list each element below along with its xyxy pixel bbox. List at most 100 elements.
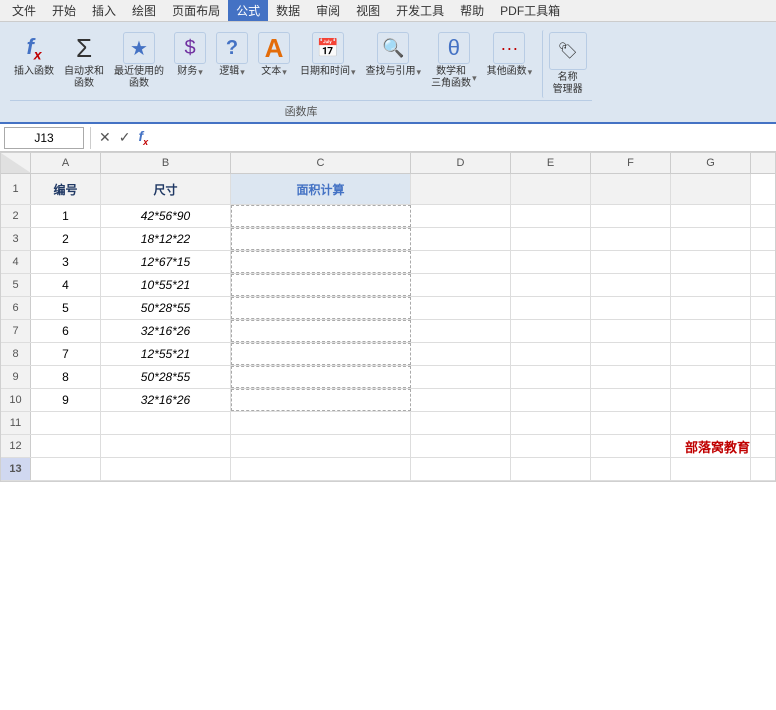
- cell-c1[interactable]: 面积计算: [231, 174, 411, 204]
- cell-f13[interactable]: [591, 458, 671, 480]
- text-button[interactable]: A 文本 ▾: [254, 30, 294, 80]
- cell-a11[interactable]: [31, 412, 101, 434]
- cell-b10[interactable]: 32*16*26: [101, 389, 231, 411]
- cell-a3[interactable]: 2: [31, 228, 101, 250]
- cell-e2[interactable]: [511, 205, 591, 227]
- logic-button[interactable]: ? 逻辑 ▾: [212, 30, 252, 80]
- cell-a9[interactable]: 8: [31, 366, 101, 388]
- insert-formula-icon[interactable]: fx: [136, 128, 150, 147]
- cell-c8[interactable]: [231, 343, 411, 365]
- name-mgr-button[interactable]: 🏷 名称 管理器: [542, 30, 592, 98]
- cell-d4[interactable]: [411, 251, 511, 273]
- menu-file[interactable]: 文件: [4, 0, 44, 21]
- cell-e6[interactable]: [511, 297, 591, 319]
- menu-pagelayout[interactable]: 页面布局: [164, 0, 228, 21]
- cell-b12[interactable]: [101, 435, 231, 457]
- cell-e9[interactable]: [511, 366, 591, 388]
- menu-insert[interactable]: 插入: [84, 0, 124, 21]
- cell-e4[interactable]: [511, 251, 591, 273]
- cell-e3[interactable]: [511, 228, 591, 250]
- cell-b9[interactable]: 50*28*55: [101, 366, 231, 388]
- col-header-a[interactable]: A: [31, 153, 101, 173]
- cell-f9[interactable]: [591, 366, 671, 388]
- cell-b7[interactable]: 32*16*26: [101, 320, 231, 342]
- math-button[interactable]: θ 数学和 三角函数 ▾: [427, 30, 481, 92]
- cell-c11[interactable]: [231, 412, 411, 434]
- col-header-c[interactable]: C: [231, 153, 411, 173]
- menu-review[interactable]: 审阅: [308, 0, 348, 21]
- cell-g1[interactable]: [671, 174, 751, 204]
- cell-b3[interactable]: 18*12*22: [101, 228, 231, 250]
- cell-f5[interactable]: [591, 274, 671, 296]
- cell-g5[interactable]: [671, 274, 751, 296]
- cell-b4[interactable]: 12*67*15: [101, 251, 231, 273]
- cell-c2[interactable]: [231, 205, 411, 227]
- auto-sum-button[interactable]: Σ 自动求和 函数: [60, 30, 108, 92]
- cell-g7[interactable]: [671, 320, 751, 342]
- cell-a7[interactable]: 6: [31, 320, 101, 342]
- cell-d1[interactable]: [411, 174, 511, 204]
- menu-view[interactable]: 视图: [348, 0, 388, 21]
- cell-g4[interactable]: [671, 251, 751, 273]
- cell-a8[interactable]: 7: [31, 343, 101, 365]
- cell-g9[interactable]: [671, 366, 751, 388]
- col-header-b[interactable]: B: [101, 153, 231, 173]
- cell-e1[interactable]: [511, 174, 591, 204]
- cell-f4[interactable]: [591, 251, 671, 273]
- recent-func-button[interactable]: ★ 最近使用的 函数: [110, 30, 168, 92]
- cell-b2[interactable]: 42*56*90: [101, 205, 231, 227]
- cell-c10[interactable]: [231, 389, 411, 411]
- formula-input[interactable]: [152, 127, 772, 149]
- cell-g8[interactable]: [671, 343, 751, 365]
- menu-draw[interactable]: 绘图: [124, 0, 164, 21]
- other-func-button[interactable]: ··· 其他函数 ▾: [483, 30, 537, 80]
- menu-formula[interactable]: 公式: [228, 0, 268, 21]
- cell-c5[interactable]: [231, 274, 411, 296]
- cell-b8[interactable]: 12*55*21: [101, 343, 231, 365]
- cell-f3[interactable]: [591, 228, 671, 250]
- menu-pdf[interactable]: PDF工具箱: [492, 0, 568, 21]
- cell-g12[interactable]: 部落窝教育: [671, 435, 751, 457]
- cell-a4[interactable]: 3: [31, 251, 101, 273]
- cell-c13[interactable]: [231, 458, 411, 480]
- col-header-d[interactable]: D: [411, 153, 511, 173]
- cell-g2[interactable]: [671, 205, 751, 227]
- cell-c9[interactable]: [231, 366, 411, 388]
- cell-g6[interactable]: [671, 297, 751, 319]
- cell-b1[interactable]: 尺寸: [101, 174, 231, 204]
- datetime-button[interactable]: 📅 日期和时间 ▾: [296, 30, 360, 80]
- cell-f7[interactable]: [591, 320, 671, 342]
- cell-a2[interactable]: 1: [31, 205, 101, 227]
- cell-f10[interactable]: [591, 389, 671, 411]
- cancel-formula-icon[interactable]: ✕: [97, 129, 113, 146]
- confirm-formula-icon[interactable]: ✓: [117, 129, 133, 146]
- col-header-e[interactable]: E: [511, 153, 591, 173]
- cell-e10[interactable]: [511, 389, 591, 411]
- cell-d12[interactable]: [411, 435, 511, 457]
- cell-g10[interactable]: [671, 389, 751, 411]
- menu-data[interactable]: 数据: [268, 0, 308, 21]
- insert-func-button[interactable]: fx 插入函数: [10, 30, 58, 80]
- cell-f12[interactable]: [591, 435, 671, 457]
- cell-d11[interactable]: [411, 412, 511, 434]
- cell-e8[interactable]: [511, 343, 591, 365]
- cell-c4[interactable]: [231, 251, 411, 273]
- cell-d3[interactable]: [411, 228, 511, 250]
- cell-e13[interactable]: [511, 458, 591, 480]
- cell-e7[interactable]: [511, 320, 591, 342]
- cell-g11[interactable]: [671, 412, 751, 434]
- cell-a13[interactable]: [31, 458, 101, 480]
- cell-d10[interactable]: [411, 389, 511, 411]
- menu-devtools[interactable]: 开发工具: [388, 0, 452, 21]
- menu-home[interactable]: 开始: [44, 0, 84, 21]
- cell-c3[interactable]: [231, 228, 411, 250]
- cell-g13[interactable]: [671, 458, 751, 480]
- cell-f1[interactable]: [591, 174, 671, 204]
- lookup-button[interactable]: 🔍 查找与引用 ▾: [362, 30, 426, 80]
- cell-b5[interactable]: 10*55*21: [101, 274, 231, 296]
- cell-g3[interactable]: [671, 228, 751, 250]
- cell-b13[interactable]: [101, 458, 231, 480]
- cell-d8[interactable]: [411, 343, 511, 365]
- cell-d2[interactable]: [411, 205, 511, 227]
- cell-b11[interactable]: [101, 412, 231, 434]
